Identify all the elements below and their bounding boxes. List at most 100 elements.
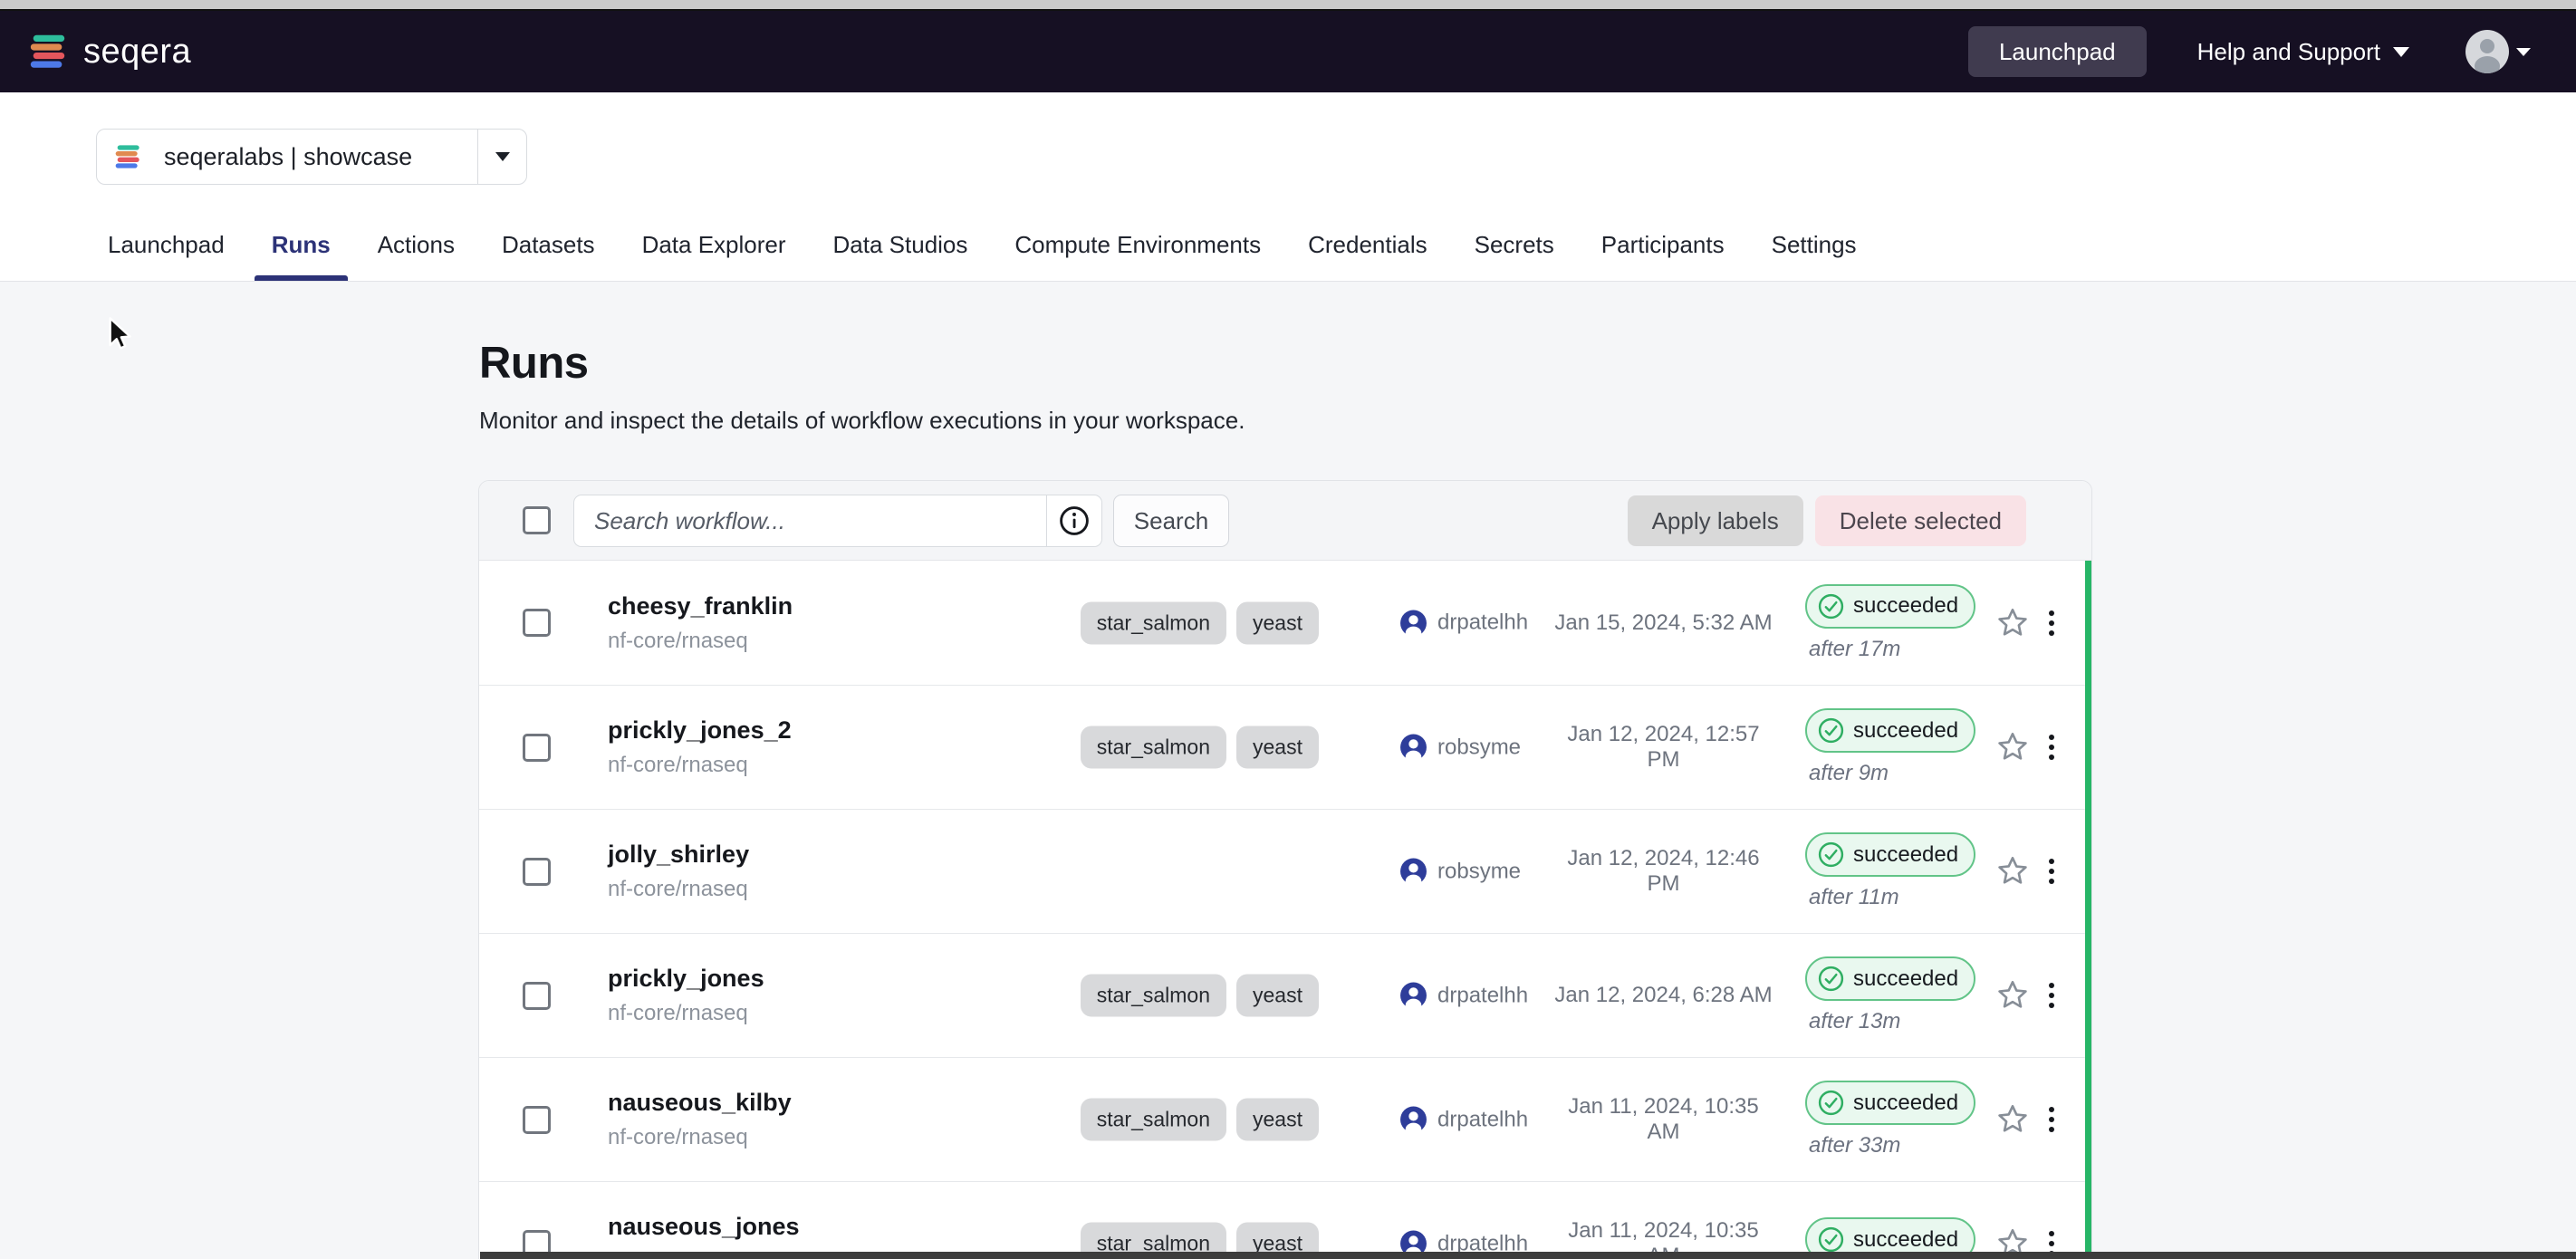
run-user-cell: drpatelhh (1399, 609, 1528, 637)
top-navbar: seqera Launchpad Help and Support (0, 11, 2576, 92)
mouse-cursor (101, 314, 139, 352)
run-name-cell: nauseous_kilby nf-core/rnaseq (608, 1089, 792, 1150)
tab-data-explorer[interactable]: Data Explorer (625, 231, 803, 281)
run-name[interactable]: prickly_jones (608, 965, 764, 993)
run-name[interactable]: cheesy_franklin (608, 592, 793, 620)
chevron-down-icon (2393, 47, 2409, 57)
run-name[interactable]: jolly_shirley (608, 841, 749, 869)
run-duration: after 17m (1809, 637, 1900, 662)
seqera-logo-icon (27, 31, 69, 72)
user-icon (1399, 609, 1427, 637)
table-row: cheesy_franklin nf-core/rnaseq star_salm… (479, 561, 2091, 685)
run-user-cell: robsyme (1399, 734, 1521, 762)
star-icon[interactable] (1994, 976, 2032, 1014)
workspace-dropdown-toggle[interactable] (477, 130, 526, 184)
status-badge: succeeded (1805, 708, 1975, 753)
status-label: succeeded (1853, 593, 1958, 619)
row-checkbox[interactable] (523, 982, 551, 1010)
kebab-menu-icon[interactable] (2043, 605, 2060, 641)
workspace-header: seqeralabs | showcase Launchpad RunsActio… (0, 92, 2576, 282)
run-duration: after 9m (1809, 761, 1889, 786)
select-all-checkbox[interactable] (523, 506, 551, 534)
run-user: drpatelhh (1437, 983, 1528, 1008)
kebab-menu-icon[interactable] (2043, 853, 2060, 889)
row-checkbox[interactable] (523, 1106, 551, 1134)
run-user: robsyme (1437, 859, 1521, 884)
status-badge: succeeded (1805, 1081, 1975, 1125)
tab-compute-environments[interactable]: Compute Environments (997, 231, 1278, 281)
run-name[interactable]: nauseous_jones (608, 1213, 800, 1241)
user-icon (1399, 858, 1427, 886)
label-pill: yeast (1236, 601, 1319, 644)
window-edge-strip (0, 0, 2576, 11)
check-circle-icon (1817, 1089, 1845, 1117)
tab-bar: Launchpad RunsActions Datasets Data Explore… (0, 216, 2576, 281)
table-row: nauseous_jones nf-core/rnaseq star_salmo… (479, 1181, 2091, 1259)
apply-labels-button[interactable]: Apply labels (1628, 495, 1803, 546)
run-labels: star_salmonyeast (986, 975, 1319, 1017)
run-pipeline: nf-core/rnaseq (608, 753, 792, 778)
run-date: Jan 12, 2024, 12:46 PM (1552, 846, 1774, 897)
search-input[interactable] (574, 495, 1045, 546)
page-title: Runs (479, 338, 589, 389)
tab-runs[interactable]: Runs (255, 231, 348, 281)
run-status-cell: succeeded after 33m (1805, 1081, 1975, 1158)
brand-logo[interactable]: seqera (27, 31, 191, 72)
tab-actions[interactable]: Actions (360, 231, 472, 281)
launchpad-button[interactable]: Launchpad (1968, 26, 2147, 77)
green-scroll-indicator[interactable] (2085, 561, 2092, 1259)
status-badge: succeeded (1805, 832, 1975, 877)
run-duration: after 13m (1809, 1009, 1900, 1034)
tab-credentials[interactable]: Credentials (1291, 231, 1445, 281)
run-name-cell: jolly_shirley nf-core/rnaseq (608, 841, 749, 902)
label-pill: yeast (1236, 726, 1319, 769)
run-pipeline: nf-core/rnaseq (608, 1125, 792, 1150)
user-menu[interactable] (2465, 30, 2531, 73)
seqera-workspace-icon (113, 142, 142, 171)
star-icon[interactable] (1994, 852, 2032, 890)
status-badge: succeeded (1805, 584, 1975, 629)
run-labels: star_salmonyeast (986, 601, 1319, 644)
tab-datasets[interactable]: Datasets (485, 231, 612, 281)
delete-selected-button[interactable]: Delete selected (1815, 495, 2026, 546)
tab-secrets[interactable]: Secrets (1457, 231, 1572, 281)
label-pill: star_salmon (1081, 726, 1226, 769)
kebab-menu-icon[interactable] (2043, 977, 2060, 1014)
row-checkbox[interactable] (523, 858, 551, 886)
status-label: succeeded (1853, 842, 1958, 868)
check-circle-icon (1817, 841, 1845, 869)
star-icon[interactable] (1994, 1100, 2032, 1139)
status-badge: succeeded (1805, 956, 1975, 1001)
main-content: Runs Monitor and inspect the details of … (0, 282, 2576, 1259)
row-checkbox[interactable] (523, 734, 551, 762)
tab-launchpad[interactable]: Launchpad (91, 231, 242, 281)
kebab-menu-icon[interactable] (2043, 1101, 2060, 1138)
star-icon[interactable] (1994, 728, 2032, 766)
row-checkbox[interactable] (523, 609, 551, 637)
search-button[interactable]: Search (1113, 495, 1229, 547)
tab-participants[interactable]: Participants (1584, 231, 1742, 281)
tab-data-studios[interactable]: Data Studios (816, 231, 985, 281)
label-pill: star_salmon (1081, 975, 1226, 1017)
status-label: succeeded (1853, 966, 1958, 992)
run-user: drpatelhh (1437, 1107, 1528, 1132)
run-user: robsyme (1437, 735, 1521, 760)
user-icon (1399, 734, 1427, 762)
run-date: Jan 12, 2024, 6:28 AM (1552, 983, 1774, 1008)
run-user: drpatelhh (1437, 610, 1528, 636)
run-name[interactable]: prickly_jones_2 (608, 716, 792, 745)
run-status-cell: succeeded after 17m (1805, 584, 1975, 662)
run-status-cell: succeeded after 13m (1805, 956, 1975, 1034)
star-icon[interactable] (1994, 604, 2032, 642)
run-status-cell: succeeded after 9m (1805, 708, 1975, 786)
kebab-menu-icon[interactable] (2043, 729, 2060, 765)
run-user-cell: drpatelhh (1399, 1106, 1528, 1134)
run-date: Jan 11, 2024, 10:35 AM (1552, 1094, 1774, 1145)
run-duration: after 11m (1809, 885, 1899, 910)
run-name[interactable]: nauseous_kilby (608, 1089, 792, 1117)
user-icon (1399, 982, 1427, 1010)
help-and-support-menu[interactable]: Help and Support (2197, 38, 2409, 66)
tab-settings[interactable]: Settings (1754, 231, 1874, 281)
workspace-selector[interactable]: seqeralabs | showcase (96, 129, 527, 185)
search-info-zone[interactable] (1046, 495, 1101, 546)
